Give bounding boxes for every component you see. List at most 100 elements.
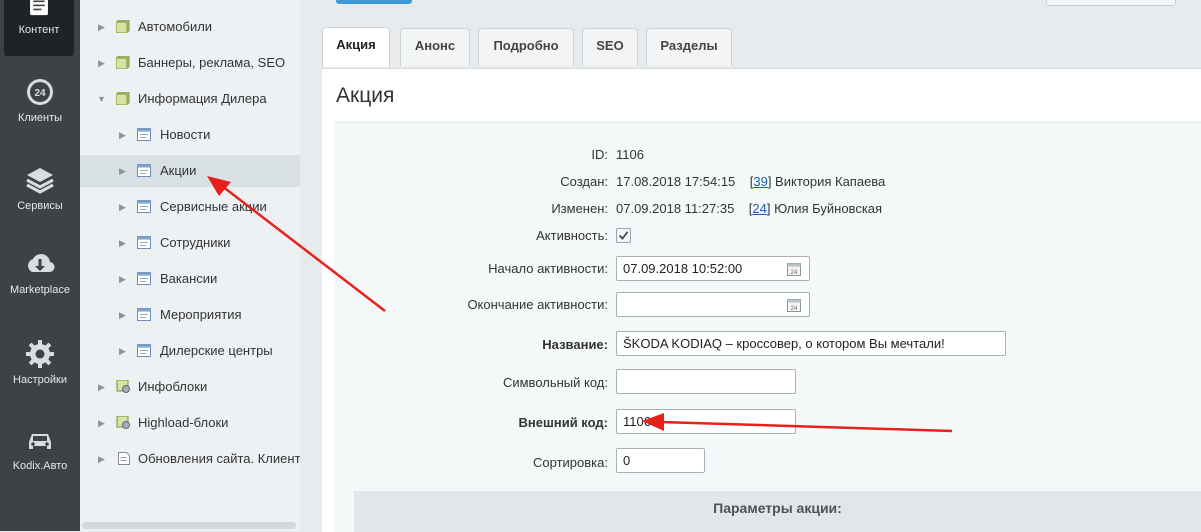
expand-arrow-icon[interactable]: ▶ <box>98 443 108 475</box>
iblock-icon <box>137 308 151 321</box>
tab-details[interactable]: Подробно <box>478 28 574 66</box>
name-input[interactable]: ŠKODA KODIAQ – кроссовер, о котором Вы м… <box>616 331 1006 356</box>
external-code-label: Внешний код: <box>518 415 608 430</box>
tree-item[interactable]: ▶ Автомобили <box>80 11 300 43</box>
start-date-input[interactable]: 07.09.2018 10:52:00 24 <box>616 256 810 281</box>
expand-arrow-icon[interactable]: ▶ <box>119 227 129 259</box>
expand-arrow-icon[interactable]: ▶ <box>119 263 129 295</box>
gear-icon <box>26 340 54 368</box>
rail-item-settings[interactable]: Настройки <box>0 338 80 386</box>
end-label: Окончание активности: <box>467 297 608 312</box>
id-label: ID: <box>591 147 608 162</box>
tree-item[interactable]: ▶ Новости <box>80 119 300 151</box>
calendar-icon[interactable]: 24 <box>787 298 801 312</box>
rail-item-label: Marketplace <box>10 284 70 296</box>
tab-sections[interactable]: Разделы <box>646 28 732 66</box>
expand-arrow-icon[interactable]: ▶ <box>119 119 129 151</box>
start-date-value: 07.09.2018 10:52:00 <box>623 261 743 276</box>
section-title: Акция <box>336 84 395 107</box>
rail-item-label: Сервисы <box>17 200 63 212</box>
tab-action[interactable]: Акция <box>322 27 390 67</box>
active-label: Активность: <box>536 228 608 243</box>
sort-input[interactable]: 0 <box>616 448 705 473</box>
main-area: Акция Анонс Подробно SEO Разделы Акция I… <box>300 0 1201 532</box>
rail-item-clients[interactable]: 24 Клиенты <box>0 76 80 124</box>
id-value: 1106 <box>616 147 644 162</box>
created-user-link[interactable]: 39 <box>753 174 767 189</box>
edit-form: ID: 1106 Создан: 17.08.2018 17:54:15 [39… <box>334 122 1201 532</box>
iblocks-settings-icon <box>116 380 130 393</box>
expand-arrow-icon[interactable]: ▶ <box>98 47 108 79</box>
expand-arrow-icon[interactable]: ▶ <box>119 299 129 331</box>
iblock-type-icon <box>116 92 130 105</box>
expand-arrow-icon[interactable]: ▶ <box>98 371 108 403</box>
active-checkbox[interactable] <box>616 228 631 243</box>
rail-item-label: Клиенты <box>17 112 63 124</box>
iblock-icon <box>137 344 151 357</box>
tree-item[interactable]: ▶ Сервисные акции <box>80 191 300 223</box>
tree-item[interactable]: ▶ Баннеры, реклама, SEO <box>80 47 300 79</box>
rail-item-kodix[interactable]: Kodix.Авто <box>0 424 80 472</box>
tree-panel: ▶ Автомобили ▶ Баннеры, реклама, SEO ▼ И… <box>80 0 300 531</box>
calendar-icon[interactable]: 24 <box>787 262 801 276</box>
iblock-type-icon <box>116 20 130 33</box>
created-info: 17.08.2018 17:54:15 [39] Виктория Капаев… <box>616 174 886 189</box>
start-label: Начало активности: <box>488 261 608 276</box>
rail-item-label: Контент <box>18 24 60 36</box>
top-blue-button[interactable] <box>336 0 412 4</box>
rail-item-label: Kodix.Авто <box>12 460 68 472</box>
clients-24-icon: 24 <box>27 79 53 105</box>
created-date: 17.08.2018 17:54:15 <box>616 174 736 189</box>
name-label: Название: <box>542 337 608 352</box>
tab-seo[interactable]: SEO <box>582 28 638 66</box>
collapse-arrow-icon[interactable]: ▼ <box>97 83 107 115</box>
tree-item[interactable]: ▶ Сотрудники <box>80 227 300 259</box>
document-icon <box>118 452 130 465</box>
tree-item-selected[interactable]: ▶ Акции <box>80 155 300 187</box>
expand-arrow-icon[interactable]: ▶ <box>119 155 129 187</box>
svg-text:24: 24 <box>791 306 798 312</box>
modified-user-link[interactable]: 24 <box>752 201 766 216</box>
content-icon <box>30 0 48 16</box>
cloud-download-icon <box>28 254 55 273</box>
external-code-input[interactable]: 1106 <box>616 409 796 434</box>
modified-date: 07.09.2018 11:27:35 <box>616 201 735 216</box>
code-label: Символьный код: <box>502 375 608 390</box>
end-date-input[interactable]: 24 <box>616 292 810 317</box>
iblock-type-icon <box>116 56 130 69</box>
top-right-button[interactable] <box>1046 0 1176 6</box>
modified-info: 07.09.2018 11:27:35 [24] Юлия Буйновская <box>616 201 883 216</box>
tab-announce[interactable]: Анонс <box>400 28 470 66</box>
svg-text:24: 24 <box>34 88 46 99</box>
expand-arrow-icon[interactable]: ▶ <box>119 335 129 367</box>
iblock-icon <box>137 128 151 141</box>
tree-item[interactable]: ▶ Дилерские центры <box>80 335 300 367</box>
tree-item[interactable]: ▶ Highload-блоки <box>80 407 300 439</box>
iblock-icon <box>137 236 151 249</box>
created-label: Создан: <box>560 174 608 189</box>
tree-item[interactable]: ▼ Информация Дилера <box>80 83 300 115</box>
params-section-header: Параметры акции: <box>354 491 1201 532</box>
expand-arrow-icon[interactable]: ▶ <box>98 407 108 439</box>
rail-item-services[interactable]: Сервисы <box>0 164 80 212</box>
tree-item[interactable]: ▶ Мероприятия <box>80 299 300 331</box>
rail-item-marketplace[interactable]: Marketplace <box>0 248 80 296</box>
rail-item-content[interactable]: Контент <box>4 0 74 56</box>
car-icon <box>29 434 51 449</box>
iblock-icon <box>137 200 151 213</box>
created-user-name: Виктория Капаева <box>775 174 886 189</box>
highload-icon <box>116 416 130 429</box>
modified-user-name: Юлия Буйновская <box>774 201 883 216</box>
code-input[interactable] <box>616 369 796 394</box>
expand-arrow-icon[interactable]: ▶ <box>98 11 108 43</box>
rail-item-label: Настройки <box>13 374 67 386</box>
expand-arrow-icon[interactable]: ▶ <box>119 191 129 223</box>
tree-item[interactable]: ▶ Обновления сайта. Клиент <box>80 443 300 475</box>
layers-icon <box>26 168 54 194</box>
tree-item[interactable]: ▶ Инфоблоки <box>80 371 300 403</box>
tree-item[interactable]: ▶ Вакансии <box>80 263 300 295</box>
sort-label: Сортировка: <box>533 455 608 470</box>
tree-horizontal-scrollbar[interactable] <box>82 522 296 529</box>
svg-text:24: 24 <box>791 270 798 276</box>
left-rail: Контент 24 Клиенты Сервисы Marketplace Н… <box>0 0 80 531</box>
